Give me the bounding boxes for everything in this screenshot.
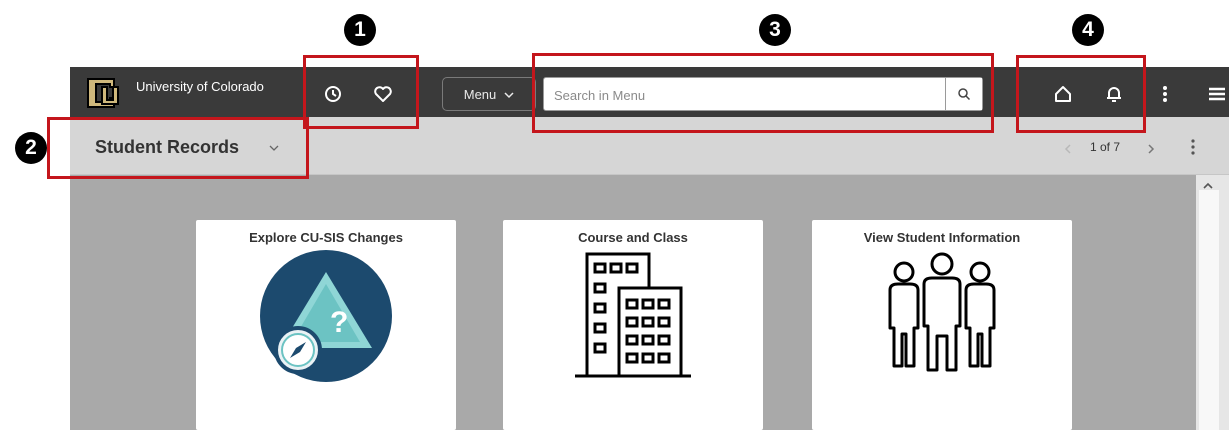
callout-badge-3: 3	[759, 14, 791, 46]
callout-box-2	[47, 117, 309, 179]
callout-badge-2: 2	[15, 132, 47, 164]
people-icon	[888, 252, 996, 372]
page-counter: 1 of 7	[1090, 140, 1121, 154]
tile-course-and-class[interactable]: Course and Class	[503, 220, 763, 430]
buildings-icon	[575, 252, 691, 378]
compass-warning-icon: ?	[260, 250, 392, 382]
tile-title: View Student Information	[863, 230, 1021, 245]
callout-box-4	[1016, 55, 1146, 133]
tile-title: Course and Class	[578, 230, 688, 245]
tile-view-student-information[interactable]: View Student Information	[812, 220, 1072, 430]
tile-explore-cu-sis-changes[interactable]: Explore CU-SIS Changes ?	[196, 220, 456, 430]
scrollbar-thumb[interactable]	[1199, 190, 1219, 430]
tile-title: Explore CU-SIS Changes	[249, 230, 403, 245]
chevron-right-icon[interactable]	[1146, 142, 1156, 160]
callout-badge-4: 4	[1072, 14, 1104, 46]
vertical-ellipsis-icon[interactable]	[1152, 81, 1178, 107]
callout-badge-1: 1	[344, 14, 376, 46]
chevron-up-icon[interactable]	[1202, 178, 1214, 196]
university-name[interactable]: University of Colorado	[136, 79, 264, 94]
svg-text:?: ?	[330, 306, 348, 339]
hamburger-icon[interactable]	[1203, 81, 1229, 107]
chevron-down-icon	[504, 87, 514, 102]
callout-box-3	[532, 53, 994, 133]
chevron-left-icon[interactable]	[1063, 142, 1073, 160]
cu-logo[interactable]	[84, 73, 126, 113]
menu-button[interactable]: Menu	[442, 77, 536, 111]
page-actions-icon[interactable]	[1190, 138, 1196, 161]
menu-label: Menu	[463, 86, 497, 102]
callout-box-1	[303, 55, 419, 129]
